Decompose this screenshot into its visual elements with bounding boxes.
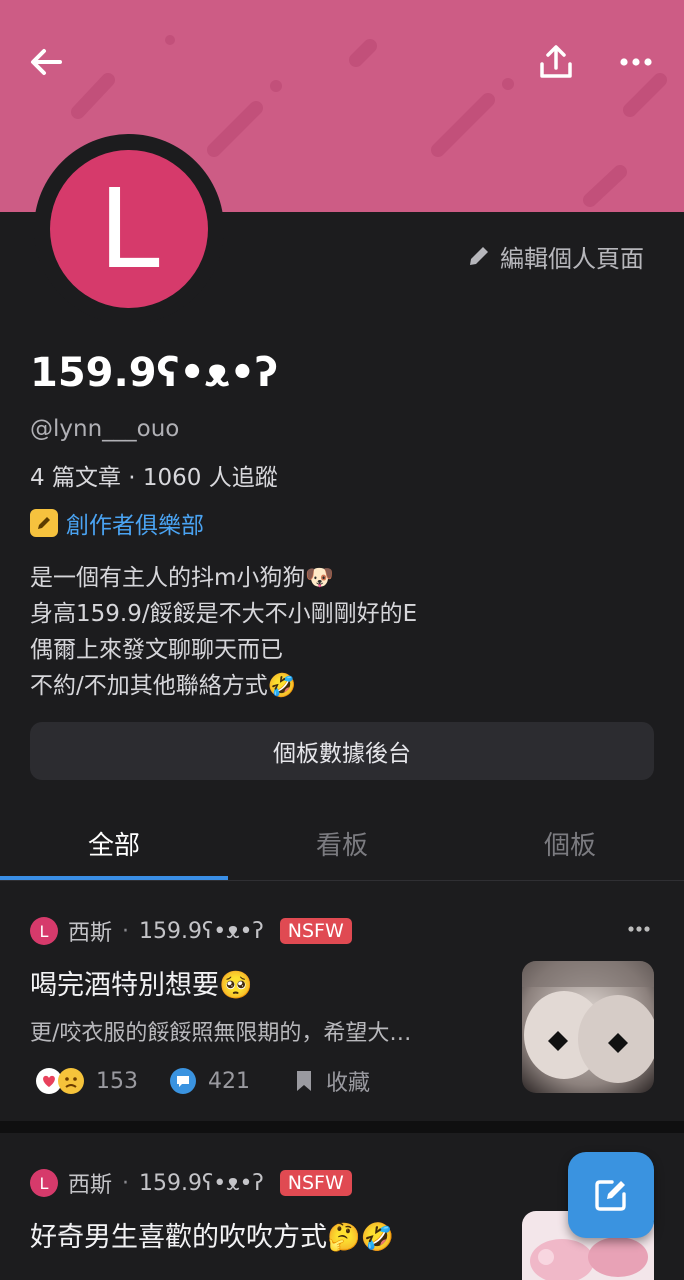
bookmark-icon <box>297 1071 311 1091</box>
post-actions: 153 421 收藏 <box>36 1063 370 1099</box>
avatar-letter: L <box>98 165 160 293</box>
edit-profile-button[interactable]: 編輯個人頁面 <box>466 238 644 274</box>
reaction-count: 153 <box>96 1068 138 1094</box>
more-options-button[interactable] <box>612 38 660 86</box>
post-card[interactable]: L 西斯 · 159.9ʕ•ᴥ•ʔ NSFW 喝完酒特別想要🥺 更/咬衣服的餒餒… <box>0 881 684 1121</box>
comments[interactable]: 421 <box>170 1068 250 1094</box>
tab-boards[interactable]: 看板 <box>228 806 456 880</box>
edit-profile-label: 編輯個人頁面 <box>500 244 644 273</box>
ellipsis-icon <box>620 58 652 66</box>
profile-bio: 是一個有主人的抖m小狗狗🐶 身高159.9/餒餒是不大不小剛剛好的E 偶爾上來發… <box>30 560 650 704</box>
save-button[interactable]: 收藏 <box>294 1065 370 1097</box>
post-excerpt: 更/咬衣服的餒餒照無限期的，希望大… <box>30 1021 412 1046</box>
nsfw-badge: NSFW <box>279 918 352 944</box>
compose-edit-icon <box>595 1180 626 1211</box>
post-board[interactable]: 西斯 <box>68 1167 112 1199</box>
sad-face-reaction-icon <box>58 1068 84 1094</box>
share-upload-icon <box>540 45 572 78</box>
avatar[interactable]: L <box>50 150 208 308</box>
profile-stats[interactable]: 4 篇文章 · 1060 人追蹤 <box>30 458 278 492</box>
tab-personal-board[interactable]: 個板 <box>456 806 684 880</box>
post-board[interactable]: 西斯 <box>68 915 112 947</box>
post-title[interactable]: 喝完酒特別想要🥺 <box>30 963 253 1002</box>
bio-line: 身高159.9/餒餒是不大不小剛剛好的E <box>30 601 418 627</box>
post-avatar: L <box>30 1169 58 1197</box>
tab-indicator <box>0 876 228 880</box>
reactions[interactable]: 153 <box>36 1068 138 1094</box>
post-meta: L 西斯 · 159.9ʕ•ᴥ•ʔ NSFW <box>30 1167 352 1199</box>
share-button[interactable] <box>532 38 580 86</box>
post-more-button[interactable] <box>624 917 654 941</box>
bio-line: 偶爾上來發文聊聊天而已 <box>30 637 283 663</box>
content-tabs: 全部 看板 個板 <box>0 806 684 881</box>
post-author: 159.9ʕ•ᴥ•ʔ <box>139 1171 264 1196</box>
compose-post-button[interactable] <box>568 1152 654 1238</box>
dashboard-button[interactable]: 個板數據後台 <box>30 722 654 780</box>
pencil-icon <box>470 247 488 265</box>
creator-club-label: 創作者俱樂部 <box>66 513 204 539</box>
post-title[interactable]: 好奇男生喜歡的吹吹方式🤔🤣 <box>30 1215 394 1254</box>
post-author: 159.9ʕ•ᴥ•ʔ <box>139 919 264 944</box>
thumbnail-image <box>522 961 654 1093</box>
profile-name: 159.9ʕ•ᴥ•ʔ <box>30 350 279 396</box>
nsfw-badge: NSFW <box>279 1170 352 1196</box>
creator-club-link[interactable]: 創作者俱樂部 <box>30 506 204 540</box>
save-label: 收藏 <box>326 1071 371 1096</box>
post-meta: L 西斯 · 159.9ʕ•ᴥ•ʔ NSFW <box>30 915 352 947</box>
post-thumbnail[interactable] <box>522 961 654 1093</box>
comment-count: 421 <box>208 1068 250 1094</box>
ellipsis-icon <box>628 926 650 932</box>
bio-line: 不約/不加其他聯絡方式🤣 <box>30 673 297 699</box>
tab-all[interactable]: 全部 <box>0 806 228 880</box>
back-button[interactable] <box>22 38 70 86</box>
profile-handle: @lynn___ouo <box>30 416 180 442</box>
arrow-left-icon <box>31 49 62 75</box>
avatar-frame: L <box>34 134 224 324</box>
comment-bubble-icon <box>170 1068 196 1094</box>
bio-line: 是一個有主人的抖m小狗狗🐶 <box>30 565 335 591</box>
post-separator <box>0 1121 684 1133</box>
pen-badge-icon <box>30 509 58 537</box>
post-avatar: L <box>30 917 58 945</box>
